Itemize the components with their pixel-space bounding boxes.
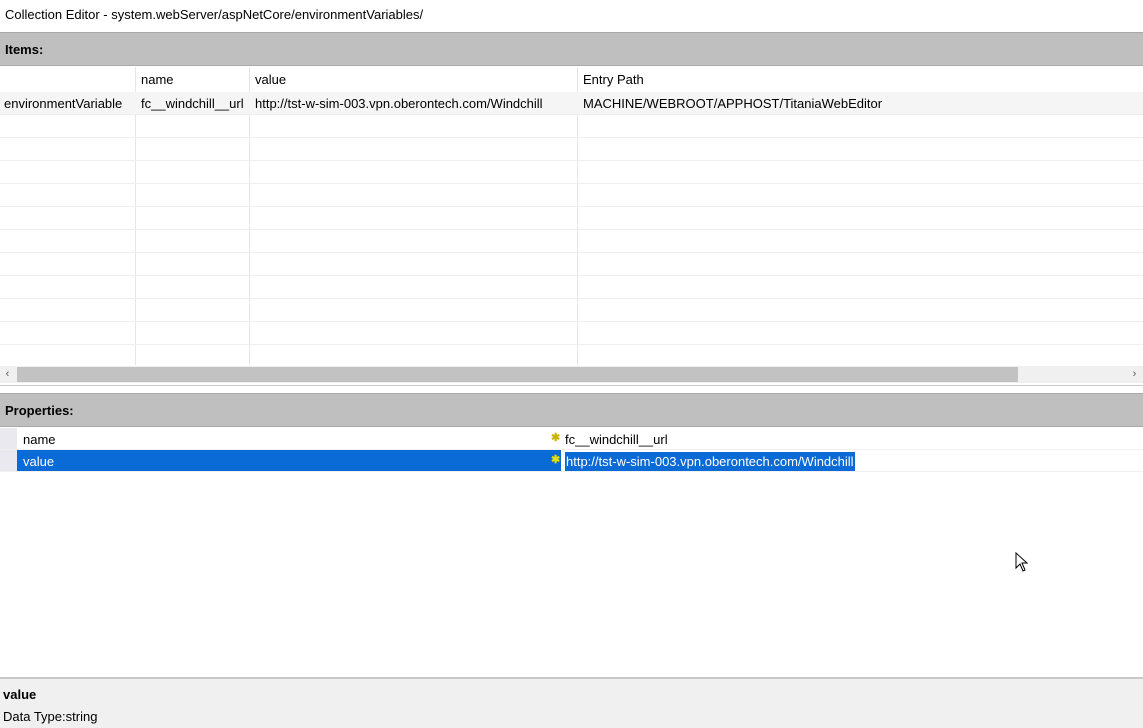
row-entry-path-cell: MACHINE/WEBROOT/APPHOST/TitaniaWebEditor [583, 96, 883, 111]
description-type: Data Type:string [3, 709, 98, 724]
empty-row [0, 253, 1143, 276]
items-section-header: Items: [0, 32, 1143, 66]
property-name-label: value [23, 454, 55, 469]
scrollbar-thumb[interactable] [17, 367, 1018, 382]
row-gutter [0, 450, 17, 471]
empty-row [0, 322, 1143, 345]
modified-star-icon: ✱ [551, 454, 561, 466]
selection-highlight [17, 450, 561, 471]
properties-header-label: Properties: [5, 403, 74, 418]
column-header-name[interactable]: name [141, 72, 174, 87]
property-value-field[interactable]: fc__windchill__url [565, 432, 668, 447]
column-header-entry-path[interactable]: Entry Path [583, 72, 644, 87]
property-name-label: name [23, 432, 56, 447]
property-row-value[interactable]: value ✱ http://tst-w-sim-003.vpn.oberont… [0, 450, 1143, 472]
items-grid[interactable]: name value Entry Path environmentVariabl… [0, 67, 1143, 368]
modified-star-icon: ✱ [551, 432, 561, 444]
empty-row [0, 345, 1143, 368]
horizontal-scrollbar[interactable]: ‹ › [0, 366, 1143, 383]
empty-row [0, 230, 1143, 253]
description-title: value [3, 687, 37, 702]
description-panel: value Data Type:string [0, 677, 1143, 728]
empty-row [0, 184, 1143, 207]
properties-section-header: Properties: [0, 393, 1143, 427]
empty-row [0, 161, 1143, 184]
empty-row [0, 299, 1143, 322]
row-name-cell: fc__windchill__url [141, 96, 244, 111]
items-header-label: Items: [5, 42, 44, 57]
window-title: Collection Editor - system.webServer/asp… [5, 7, 424, 22]
property-value-field[interactable]: http://tst-w-sim-003.vpn.oberontech.com/… [565, 452, 855, 471]
empty-row [0, 115, 1143, 138]
chevron-left-icon[interactable]: ‹ [0, 367, 15, 382]
table-row[interactable]: environmentVariable fc__windchill__url h… [0, 92, 1143, 115]
chevron-right-icon[interactable]: › [1127, 367, 1142, 382]
column-header-value[interactable]: value [255, 72, 286, 87]
empty-row [0, 207, 1143, 230]
property-row-name[interactable]: name ✱ fc__windchill__url [0, 428, 1143, 450]
pane-splitter[interactable] [0, 385, 1143, 386]
mouse-pointer-icon [1015, 551, 1029, 575]
grid-header: name value Entry Path [0, 67, 1143, 92]
empty-row [0, 276, 1143, 299]
row-value-cell: http://tst-w-sim-003.vpn.oberontech.com/… [255, 96, 543, 111]
row-gutter [0, 428, 17, 449]
empty-row [0, 138, 1143, 161]
row-element-cell: environmentVariable [4, 96, 123, 111]
